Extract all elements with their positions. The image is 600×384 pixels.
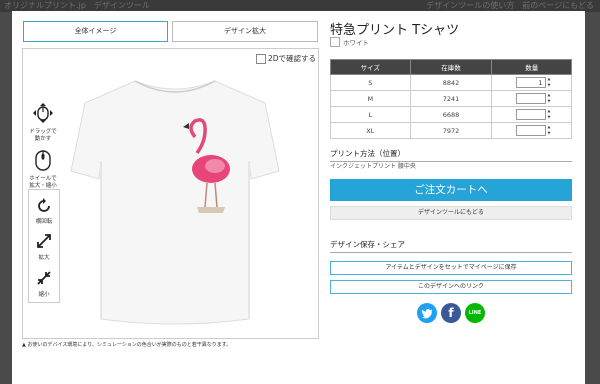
zoom-out-button[interactable]: 縮小 (29, 270, 59, 298)
size-table: サイズ 在庫数 数量 S 8842 1 ▲ ▼ M 7241 ▲ ▼ L 668… (330, 59, 572, 139)
quantity-stepper[interactable]: ▲ ▼ (546, 125, 551, 136)
rotate-button[interactable]: 横回転 (29, 197, 59, 225)
warning-icon: ▲ (22, 342, 26, 348)
zoom-controls: 横回転 拡大 縮小 (28, 189, 60, 303)
device-notice: ▲ お使いのデバイス環境により、シミュレーションの色合いが実際のものと若干異なり… (22, 341, 322, 348)
row-size: L (330, 106, 411, 123)
device-notice-text: お使いのデバイス環境により、シミュレーションの色合いが実際のものと若干異なります… (27, 342, 232, 348)
line-share-button[interactable]: LINE (465, 303, 485, 323)
rotate-label: 横回転 (35, 219, 53, 225)
table-row: S 8842 1 ▲ ▼ (330, 74, 572, 91)
header-quantity: 数量 (491, 59, 572, 75)
zoom-in-label: 拡大 (38, 255, 50, 261)
quantity-cell: ▲ ▼ (491, 106, 572, 123)
line-icon: LINE (468, 310, 482, 316)
row-stock: 8842 (409, 74, 493, 91)
twitter-share-button[interactable] (417, 303, 437, 323)
row-stock: 7241 (409, 90, 493, 107)
facebook-share-button[interactable]: f (441, 303, 461, 323)
check-2d-label: 2Dで確認する (267, 54, 316, 63)
header-stock: 在庫数 (409, 59, 493, 75)
tab-whole-image[interactable]: 全体イメージ (23, 21, 168, 42)
design-canvas[interactable]: 2Dで確認する ドラッグで 動かす ホイールで 拡大・縮小 横回転 拡大 縮小 (22, 48, 319, 339)
cart-button[interactable]: ご注文カートへ (330, 179, 572, 201)
quantity-input[interactable] (516, 109, 547, 120)
product-title: 特急プリント Tシャツ (330, 23, 460, 38)
row-stock: 7972 (409, 122, 493, 139)
row-size: M (330, 90, 411, 107)
quantity-cell: ▲ ▼ (491, 90, 572, 107)
print-method-heading: プリント方法（位置） (330, 148, 572, 162)
drag-tool[interactable]: ドラッグで 動かす (25, 102, 61, 143)
rotate-icon (38, 198, 50, 212)
color-swatch[interactable] (330, 37, 340, 47)
zoom-in-button[interactable]: 拡大 (29, 233, 59, 261)
save-to-mypage-button[interactable]: アイテムとデザインをセットでマイページに保存 (330, 261, 572, 275)
table-row: M 7241 ▲ ▼ (330, 90, 572, 107)
design-link-button[interactable]: このデザインへのリンク (330, 280, 572, 294)
return-to-tool-button[interactable]: デザインツールにもどる (330, 206, 572, 220)
mouse-wheel-icon (35, 150, 51, 171)
design-tool-modal: 全体イメージ デザイン拡大 2Dで確認する ドラッグで 動かす ホイールで 拡大… (12, 11, 585, 384)
header-size: サイズ (330, 59, 411, 75)
table-row: L 6688 ▲ ▼ (330, 106, 572, 123)
check-2d-box[interactable] (255, 53, 266, 64)
row-stock: 6688 (409, 106, 493, 123)
expand-icon (37, 234, 51, 248)
size-table-header: サイズ 在庫数 数量 (330, 59, 572, 75)
quantity-stepper[interactable]: ▲ ▼ (546, 109, 551, 120)
save-share-heading: デザイン保存・シェア (330, 239, 572, 253)
shrink-icon (37, 271, 51, 285)
drag-tool-label: ドラッグで 動かす (29, 129, 57, 142)
row-size: XL (330, 122, 411, 139)
zoom-out-label: 縮小 (38, 292, 50, 298)
facebook-icon: f (448, 306, 454, 320)
quantity-stepper[interactable]: ▲ ▼ (546, 93, 551, 104)
quantity-input[interactable] (516, 93, 547, 104)
quantity-input[interactable] (516, 125, 547, 136)
quantity-stepper[interactable]: ▲ ▼ (546, 77, 551, 88)
twitter-icon (421, 308, 433, 319)
quantity-input[interactable]: 1 (516, 77, 547, 88)
mouse-drag-icon (33, 103, 53, 123)
quantity-cell: 1 ▲ ▼ (491, 74, 572, 91)
color-selector[interactable]: ホワイト (330, 37, 369, 47)
tshirt-preview[interactable] (65, 67, 285, 337)
wheel-zoom-label: ホイールで 拡大・縮小 (29, 176, 57, 189)
print-method-value: インクジェットプリント 腰中央 (330, 163, 416, 170)
check-2d[interactable]: 2Dで確認する (255, 53, 316, 64)
row-size: S (330, 74, 411, 91)
table-row: XL 7972 ▲ ▼ (330, 122, 572, 139)
quantity-cell: ▲ ▼ (491, 122, 572, 139)
wheel-zoom-tool[interactable]: ホイールで 拡大・縮小 (25, 149, 61, 190)
tab-design-zoom[interactable]: デザイン拡大 (172, 21, 318, 42)
color-name: ホワイト (343, 39, 369, 47)
